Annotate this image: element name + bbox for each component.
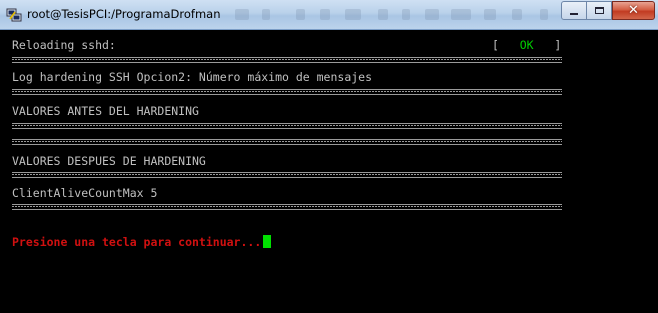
terminal-output[interactable]: Reloading sshd: [ OK ] Log hardening SSH… [0, 30, 658, 313]
prompt-text: Presione una tecla para continuar... [12, 235, 262, 249]
after-value: ClientAliveCountMax 5 [12, 186, 158, 200]
glass-blur [262, 9, 270, 20]
separator [12, 57, 562, 63]
separator [12, 172, 562, 178]
minimize-icon [570, 12, 578, 15]
window-title: root@TesisPCI:/ProgramaDrofman [27, 7, 221, 21]
glass-blur [512, 9, 522, 20]
glass-blur [540, 9, 548, 20]
terminal-window: root@TesisPCI:/ProgramaDrofman ✕ Reloadi… [0, 0, 658, 313]
close-button[interactable]: ✕ [612, 1, 655, 20]
continue-prompt: Presione una tecla para continuar... [12, 235, 272, 249]
glass-blur [235, 9, 249, 20]
glass-blur [320, 9, 330, 20]
before-heading: VALORES ANTES DEL HARDENING [12, 104, 199, 118]
minimize-button[interactable] [561, 1, 587, 20]
maximize-icon [594, 7, 604, 14]
after-heading: VALORES DESPUES DE HARDENING [12, 154, 206, 168]
glass-blur [345, 9, 361, 20]
title-bar[interactable]: root@TesisPCI:/ProgramaDrofman ✕ [0, 0, 658, 30]
glass-blur [296, 9, 305, 20]
separator [12, 139, 562, 145]
glass-blur [378, 9, 388, 20]
glass-blur [484, 9, 496, 20]
putty-icon [6, 8, 22, 22]
close-icon: ✕ [628, 3, 639, 18]
separator [12, 123, 562, 129]
maximize-button[interactable] [587, 1, 612, 20]
text-cursor [263, 235, 272, 248]
glass-blur [425, 9, 439, 20]
reloading-line: Reloading sshd: [12, 38, 116, 52]
separator [12, 89, 562, 95]
status-close-bracket: ] [554, 38, 562, 52]
log-heading: Log hardening SSH Opcion2: Número máximo… [12, 70, 373, 84]
status-ok: [ OK ] [492, 38, 561, 52]
status-open-bracket: [ [492, 38, 499, 52]
glass-blur [451, 9, 471, 20]
separator [12, 204, 562, 210]
glass-blur [402, 9, 410, 20]
status-ok-text: OK [519, 38, 534, 52]
